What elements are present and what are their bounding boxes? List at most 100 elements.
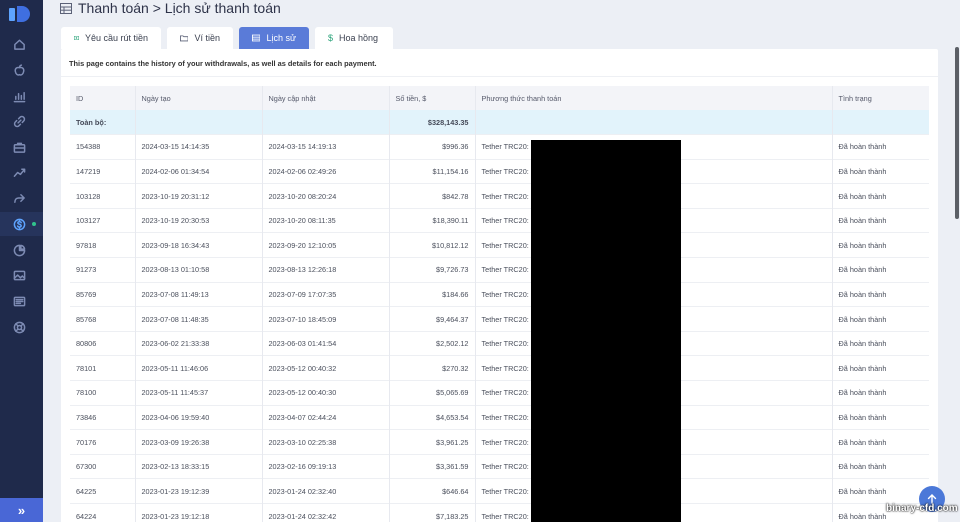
cell-created: 2023-07-08 11:49:13 [135,281,263,307]
cell-created: 2023-10-19 20:31:12 [135,183,263,209]
cell-updated: 2023-05-12 00:40:32 [262,355,390,381]
logo-icon[interactable] [9,5,33,23]
cell-updated: 2023-07-09 17:07:35 [262,281,390,307]
cell-status: Đã hoàn thành [832,257,929,283]
dollar-icon: $ [328,33,334,43]
table-row[interactable]: 85769 2023-07-08 11:49:13 2023-07-09 17:07… [70,281,929,307]
sidebar-item-support[interactable] [12,320,26,334]
total-row: Toàn bộ: $328,143.35 [70,110,929,135]
empty-cell [262,110,390,135]
sidebar-item-image[interactable] [12,268,26,282]
sidebar-item-dollar[interactable] [12,217,26,231]
sidebar-item-link[interactable] [12,114,26,128]
scrollbar-thumb[interactable] [955,47,959,219]
tab-label: Ví tiền [194,33,220,43]
collapse-sidebar-button[interactable]: » [0,498,43,522]
table-icon [252,34,261,42]
column-header-status[interactable]: Tình trạng [832,86,929,110]
cell-amount: $10,812.12 [389,232,476,258]
cell-status: Đã hoàn thành [832,158,929,184]
active-indicator-dot [32,222,36,226]
history-panel: This page contains the history of your w… [61,49,938,522]
column-header-updated[interactable]: Ngày cập nhật [262,86,390,110]
cell-created: 2023-03-09 19:26:38 [135,429,263,455]
sidebar-item-chart[interactable] [12,89,26,103]
column-header-id[interactable]: ID [70,86,136,110]
tab-commission[interactable]: $ Hoa hồng [315,27,393,49]
sidebar-item-briefcase[interactable] [12,140,26,154]
table-row[interactable]: 97818 2023-09-18 16:34:43 2023-09-20 12:10… [70,232,929,258]
cell-id: 97818 [70,232,136,258]
image-icon [13,270,25,280]
table-row[interactable]: 78100 2023-05-11 11:45:37 2023-05-12 00:40… [70,380,929,406]
cell-amount: $7,183.25 [389,503,476,522]
cell-id: 85769 [70,281,136,307]
tab-wallet[interactable]: Ví tiền [167,27,233,49]
table-row[interactable]: 78101 2023-05-11 11:46:06 2023-05-12 00:40… [70,355,929,381]
column-header-amount[interactable]: Số tiền, $ [389,86,476,110]
cell-id: 78101 [70,355,136,381]
column-header-created[interactable]: Ngày tạo [135,86,263,110]
table-row[interactable]: 67300 2023-02-13 18:33:15 2023-02-16 09:19… [70,453,929,479]
page-title: Thanh toán > Lịch sử thanh toán [78,0,281,16]
sidebar-item-list[interactable] [12,294,26,308]
link-icon [13,115,25,127]
empty-cell [135,110,263,135]
table-row[interactable]: 73846 2023-04-06 19:59:40 2023-04-07 02:44… [70,404,929,430]
table-row[interactable]: 103128 2023-10-19 20:31:12 2023-10-20 08:2… [70,183,929,209]
tab-withdraw-requests[interactable]: Yêu cầu rút tiền [61,27,161,49]
table-row[interactable]: 147219 2024-02-06 01:34:54 2024-02-06 02:4… [70,158,929,184]
cell-id: 73846 [70,404,136,430]
cell-status: Đã hoàn thành [832,207,929,233]
cell-id: 91273 [70,257,136,283]
sidebar-item-pie[interactable] [12,243,26,257]
column-header-payment-method[interactable]: Phương thức thanh toán [475,86,833,110]
cell-created: 2023-02-13 18:33:15 [135,453,263,479]
cell-amount: $5,065.69 [389,380,476,406]
empty-cell [832,110,929,135]
tab-history[interactable]: Lịch sử [239,27,309,49]
cell-amount: $646.64 [389,478,476,504]
table-row[interactable]: 91273 2023-08-13 01:10:58 2023-08-13 12:26… [70,257,929,283]
cell-amount: $3,361.59 [389,453,476,479]
cell-amount: $2,502.12 [389,330,476,356]
cell-id: 147219 [70,158,136,184]
cell-amount: $184.66 [389,281,476,307]
sidebar-item-home[interactable] [12,37,26,51]
cell-created: 2023-06-02 21:33:38 [135,330,263,356]
sidebar-item-share[interactable] [12,191,26,205]
table-row[interactable]: 70176 2023-03-09 19:26:38 2023-03-10 02:25… [70,429,929,455]
cell-id: 103128 [70,183,136,209]
table-row[interactable]: 85768 2023-07-08 11:48:35 2023-07-10 18:45… [70,306,929,332]
cell-created: 2023-07-08 11:48:35 [135,306,263,332]
tab-bar: Yêu cầu rút tiền Ví tiền Lịch sử $ Hoa h… [61,27,399,49]
cell-status: Đã hoàn thành [832,355,929,381]
cell-amount: $11,154.16 [389,158,476,184]
cell-created: 2023-04-06 19:59:40 [135,404,263,430]
total-amount: $328,143.35 [389,110,476,135]
tab-label: Lịch sử [266,33,296,43]
table-row[interactable]: 103127 2023-10-19 20:30:53 2023-10-20 08:1… [70,207,929,233]
cell-updated: 2023-02-16 09:19:13 [262,453,390,479]
cell-created: 2023-09-18 16:34:43 [135,232,263,258]
withdraw-icon [74,36,79,40]
cell-id: 78100 [70,380,136,406]
trend-icon [13,168,25,177]
cell-amount: $4,653.54 [389,404,476,430]
cell-amount: $842.78 [389,183,476,209]
cell-amount: $9,726.73 [389,257,476,283]
cell-updated: 2023-10-20 08:11:35 [262,207,390,233]
sidebar-item-trend[interactable] [12,165,26,179]
cell-id: 64224 [70,503,136,522]
cell-amount: $996.36 [389,134,476,160]
cell-created: 2023-01-23 19:12:39 [135,478,263,504]
table-row[interactable]: 80806 2023-06-02 21:33:38 2023-06-03 01:41… [70,330,929,356]
sidebar-item-apple[interactable] [12,63,26,77]
cell-id: 154388 [70,134,136,160]
table-row[interactable]: 64225 2023-01-23 19:12:39 2023-01-24 02:32… [70,478,929,504]
table-row[interactable]: 154388 2024-03-15 14:14:35 2024-03-15 14:1… [70,134,929,160]
cell-updated: 2023-05-12 00:40:30 [262,380,390,406]
cell-updated: 2023-03-10 02:25:38 [262,429,390,455]
cell-status: Đã hoàn thành [832,453,929,479]
table-row[interactable]: 64224 2023-01-23 19:12:18 2023-01-24 02:32… [70,503,929,522]
